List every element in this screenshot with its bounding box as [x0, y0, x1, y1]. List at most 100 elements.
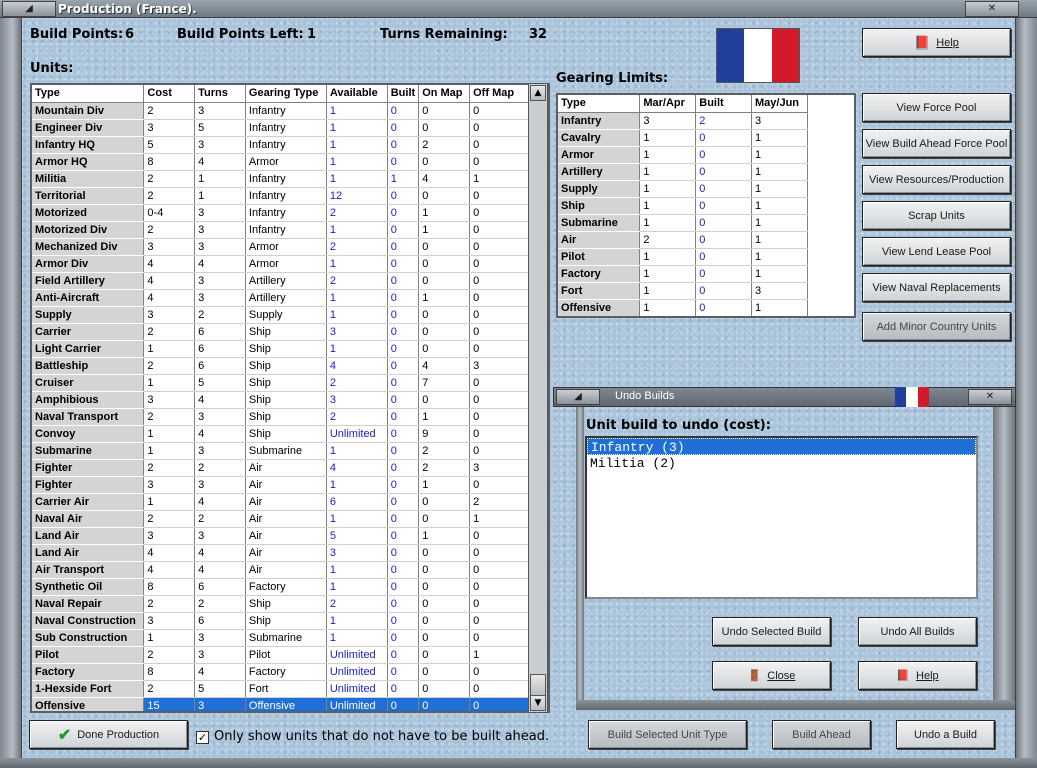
units-table-row[interactable]: Mechanized Div 3 3 Armor 2 0 0 0 [32, 238, 530, 256]
undo-help-button[interactable]: 📕 Help [858, 661, 977, 690]
units-table-row[interactable]: Fighter 3 3 Air 1 0 1 0 [32, 476, 530, 494]
units-table-row[interactable]: Naval Air 2 2 Air 1 0 0 1 [32, 510, 530, 528]
view-lend-lease-pool-button[interactable]: View Lend Lease Pool [862, 237, 1011, 266]
unit-value-cell: 3 [194, 476, 246, 494]
scroll-thumb[interactable] [530, 674, 546, 696]
units-table-row[interactable]: Sub Construction 1 3 Submarine 1 0 0 0 [32, 629, 530, 647]
help-button[interactable]: 📕 Help [862, 28, 1011, 57]
units-column-header[interactable]: Cost [143, 85, 196, 103]
undo-panel-close-button[interactable]: ✕ [968, 389, 1012, 405]
view-resources-production-button[interactable]: View Resources/Production [862, 165, 1011, 194]
view-force-pool-button[interactable]: View Force Pool [862, 93, 1011, 122]
close-button[interactable]: 🚪 Close [712, 661, 831, 690]
units-table-row[interactable]: Territorial 2 1 Infantry 12 0 0 0 [32, 187, 530, 205]
unit-value-cell: Unlimited [326, 646, 388, 664]
unit-value-cell: 0 [387, 221, 420, 239]
unit-value-cell: 1 [418, 289, 471, 307]
units-table-row[interactable]: Light Carrier 1 6 Ship 1 0 0 0 [32, 340, 530, 358]
units-table-row[interactable]: Submarine 1 3 Submarine 1 0 2 0 [32, 442, 530, 460]
units-table-row[interactable]: Supply 3 2 Supply 1 0 0 0 [32, 306, 530, 324]
gearing-table-row: Air 2 0 1 [558, 231, 808, 249]
units-table-row[interactable]: Field Artillery 4 3 Artillery 2 0 0 0 [32, 272, 530, 290]
units-table-row[interactable]: Armor Div 4 4 Armor 1 0 0 0 [32, 255, 530, 273]
units-table-row[interactable]: Armor HQ 8 4 Armor 1 0 0 0 [32, 153, 530, 171]
units-table-row[interactable]: Battleship 2 6 Ship 4 0 4 3 [32, 357, 530, 375]
unit-type-cell: Sub Construction [32, 629, 145, 647]
add-minor-country-units-button[interactable]: Add Minor Country Units [862, 312, 1011, 341]
undo-all-builds-button[interactable]: Undo All Builds [858, 617, 977, 646]
unit-value-cell: 4 [194, 544, 246, 562]
units-column-header[interactable]: Available [326, 85, 388, 103]
unit-value-cell: 0 [387, 561, 420, 579]
build-ahead-button[interactable]: Build Ahead [772, 720, 871, 749]
unit-value-cell: Ship [245, 357, 327, 375]
undo-panel-menu-button[interactable]: ◢ [556, 389, 600, 405]
unit-value-cell: Fort [245, 680, 327, 698]
build-ahead-filter-checkbox[interactable]: ✓ [196, 731, 209, 744]
units-column-header[interactable]: Gearing Type [245, 85, 327, 103]
units-column-header[interactable]: Built [387, 85, 420, 103]
gearing-value-cell: 1 [639, 197, 697, 215]
undo-list-item[interactable]: Infantry (3) [587, 438, 976, 455]
units-table-row[interactable]: Fighter 2 2 Air 4 0 2 3 [32, 459, 530, 477]
window-close-button[interactable]: ✕ [965, 1, 1019, 17]
scroll-up-arrow-icon[interactable]: ▲ [530, 85, 546, 101]
undo-build-list[interactable]: Infantry (3) Militia (2) [585, 436, 978, 599]
undo-selected-build-button[interactable]: Undo Selected Build [712, 617, 831, 646]
unit-value-cell: 2 [143, 187, 196, 205]
units-table-row[interactable]: Carrier 2 6 Ship 3 0 0 0 [32, 323, 530, 341]
units-table-row[interactable]: Infantry HQ 5 3 Infantry 1 0 2 0 [32, 136, 530, 154]
units-column-header[interactable]: Turns [194, 85, 246, 103]
view-build-ahead-force-pool-button[interactable]: View Build Ahead Force Pool [862, 129, 1011, 158]
window-menu-button[interactable]: ◢ [2, 1, 56, 17]
scrap-units-button[interactable]: Scrap Units [862, 201, 1011, 230]
units-table[interactable]: Type Cost Turns Gearing Type Available Built O… [30, 83, 550, 713]
unit-value-cell: 6 [326, 493, 388, 511]
units-table-row[interactable]: Anti-Aircraft 4 3 Artillery 1 0 1 0 [32, 289, 530, 307]
unit-type-cell: Infantry HQ [32, 136, 145, 154]
units-table-row[interactable]: Land Air 4 4 Air 3 0 0 0 [32, 544, 530, 562]
units-table-row[interactable]: Pilot 2 3 Pilot Unlimited 0 0 1 [32, 646, 530, 664]
view-naval-replacements-button[interactable]: View Naval Replacements [862, 273, 1011, 302]
unit-type-cell: Carrier Air [32, 493, 145, 511]
build-selected-unit-type-button[interactable]: Build Selected Unit Type [588, 720, 747, 749]
units-table-row[interactable]: Factory 8 4 Factory Unlimited 0 0 0 [32, 663, 530, 681]
units-table-row[interactable]: Motorized Div 2 3 Infantry 1 0 1 0 [32, 221, 530, 239]
units-table-row[interactable]: Motorized 0-4 3 Infantry 2 0 1 0 [32, 204, 530, 222]
units-table-row[interactable]: Air Transport 4 4 Air 1 0 0 0 [32, 561, 530, 579]
unit-value-cell: 4 [143, 289, 196, 307]
unit-value-cell: 0 [469, 255, 530, 273]
units-table-row[interactable]: Engineer Div 3 5 Infantry 1 0 0 0 [32, 119, 530, 137]
units-table-row[interactable]: 1-Hexside Fort 2 5 Fort Unlimited 0 0 0 [32, 680, 530, 698]
units-table-row[interactable]: Cruiser 1 5 Ship 2 0 7 0 [32, 374, 530, 392]
door-exit-icon: 🚪 [747, 670, 762, 682]
units-column-header[interactable]: Type [32, 85, 145, 103]
units-scrollbar[interactable]: ▲ ▼ [528, 83, 548, 713]
unit-value-cell: 1 [418, 221, 471, 239]
units-table-row[interactable]: Amphibious 3 4 Ship 3 0 0 0 [32, 391, 530, 409]
units-table-row[interactable]: Naval Transport 2 3 Ship 2 0 1 0 [32, 408, 530, 426]
units-table-row[interactable]: Offensive 15 3 Offensive Unlimited 0 0 0 [32, 697, 530, 711]
units-column-header[interactable]: On Map [418, 85, 471, 103]
units-table-row[interactable]: Convoy 1 4 Ship Unlimited 0 9 0 [32, 425, 530, 443]
done-production-button[interactable]: ✔ Done Production [29, 720, 188, 749]
unit-value-cell: 0 [418, 238, 471, 256]
unit-type-cell: Battleship [32, 357, 145, 375]
scroll-down-arrow-icon[interactable]: ▼ [530, 695, 546, 711]
unit-type-cell: Armor Div [32, 255, 145, 273]
unit-value-cell: 0 [418, 391, 471, 409]
unit-value-cell: 0 [418, 612, 471, 630]
units-column-header[interactable]: Off Map [469, 85, 530, 103]
units-table-row[interactable]: Land Air 3 3 Air 5 0 1 0 [32, 527, 530, 545]
units-table-row[interactable]: Mountain Div 2 3 Infantry 1 0 0 0 [32, 102, 530, 120]
units-table-row[interactable]: Militia 2 1 Infantry 1 1 4 1 [32, 170, 530, 188]
gearing-value-cell: 1 [639, 129, 697, 147]
unit-value-cell: 0 [469, 561, 530, 579]
unit-value-cell: 1 [143, 425, 196, 443]
undo-a-build-button[interactable]: Undo a Build [896, 720, 995, 749]
units-table-row[interactable]: Naval Construction 3 6 Ship 1 0 0 0 [32, 612, 530, 630]
units-table-row[interactable]: Synthetic Oil 8 6 Factory 1 0 0 0 [32, 578, 530, 596]
units-table-row[interactable]: Carrier Air 1 4 Air 6 0 0 2 [32, 493, 530, 511]
units-table-row[interactable]: Naval Repair 2 2 Ship 2 0 0 0 [32, 595, 530, 613]
undo-list-item[interactable]: Militia (2) [587, 455, 976, 472]
